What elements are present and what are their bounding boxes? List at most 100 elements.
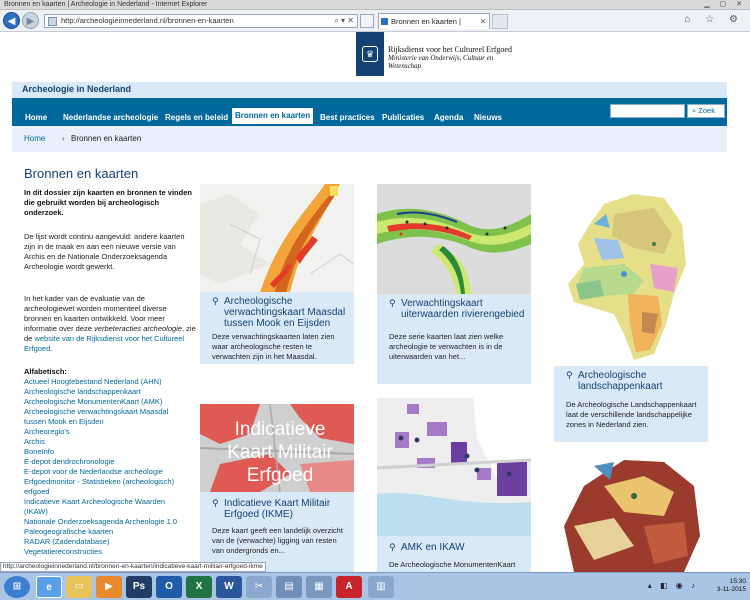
government-logo[interactable]: ♛: [356, 32, 384, 76]
paleo-map-image: [554, 456, 708, 572]
nav-item-bronnen-en-kaarten[interactable]: Bronnen en kaarten: [232, 108, 314, 124]
card-maasdal[interactable]: ⚲ Archeologische verwachtingskaart Maasd…: [200, 184, 354, 364]
card-amk-ikaw[interactable]: ⚲ AMK en IKAW De Archeologische Monument…: [377, 398, 531, 572]
nav-item-nederlandse-archeologie[interactable]: Nederlandse archeologie: [60, 110, 161, 126]
alphabetical-list: Actueel Hoogtebestand Nederland (AHN) Ar…: [24, 377, 202, 557]
list-item[interactable]: BoneInfo: [24, 447, 202, 457]
location-pin-icon: ⚲: [389, 542, 396, 552]
search-button[interactable]: ⌕ Zoek: [687, 104, 725, 118]
media-player-taskbar-icon[interactable]: ▶: [96, 576, 122, 598]
amk-map-image: [377, 398, 531, 536]
site-header: ♛ Rijksdienst voor het Cultureel Erfgoed…: [12, 32, 727, 82]
app-taskbar-icon[interactable]: ▦: [306, 576, 332, 598]
alphabetical-heading: Alfabetisch:: [24, 367, 67, 376]
card-ikme[interactable]: Indicatieve Kaart Militair Erfgoed ⚲ Ind…: [200, 404, 354, 572]
list-item[interactable]: Archeologische MonumentenKaart (AMK): [24, 397, 202, 407]
org-line-3: Wetenschap: [388, 62, 422, 70]
nav-item-nieuws[interactable]: Nieuws: [471, 110, 505, 126]
card-map-partial[interactable]: [554, 456, 708, 572]
list-item[interactable]: RADAR (Zadendatabase): [24, 537, 202, 547]
window-controls[interactable]: ▁ ▢ ✕: [704, 1, 746, 9]
app-taskbar-icon[interactable]: ▥: [368, 576, 394, 598]
search-input[interactable]: [610, 104, 685, 118]
site-name[interactable]: Archeologie in Nederland: [22, 84, 131, 94]
card-landschappenkaart[interactable]: ⚲ Archeologische landschappenkaart De Ar…: [554, 184, 708, 442]
address-bar[interactable]: http://archeologieinnederland.nl/bronnen…: [44, 14, 358, 28]
list-item[interactable]: Archeologische landschappenkaart: [24, 387, 202, 397]
card-title[interactable]: Indicatieve Kaart Militair Erfgoed (IKME…: [224, 498, 348, 520]
maasdal-map-image: [200, 184, 354, 292]
card-caption: ⚲ Archeologische verwachtingskaart Maasd…: [200, 292, 354, 364]
list-item[interactable]: tussen Mook en Eijsden: [24, 417, 202, 427]
uiterwaarden-map-image: [377, 184, 531, 294]
crown-icon: ♛: [362, 46, 378, 62]
clock-date: 3-11-2015: [716, 586, 746, 593]
card-title[interactable]: Archeologische verwachtingskaart Maasdal…: [224, 296, 348, 329]
app-taskbar-icon[interactable]: ▤: [276, 576, 302, 598]
paragraph-2: In het kader van de evaluatie van de arc…: [24, 294, 196, 354]
list-item[interactable]: Erfgoedmonitor - Statistieken (archeolog…: [24, 477, 202, 487]
list-item[interactable]: Nationale Onderzoeksagenda Archeologie 1…: [24, 517, 202, 527]
list-item[interactable]: Archis: [24, 437, 202, 447]
address-controls-icon[interactable]: ⌕ ▾ ✕: [334, 15, 354, 27]
nav-item-agenda[interactable]: Agenda: [431, 110, 466, 126]
browser-tab[interactable]: Bronnen en kaarten | Archeo... ✕: [378, 13, 490, 41]
nav-item-best-practices[interactable]: Best practices: [317, 110, 378, 126]
main-content: Bronnen en kaarten In dit dossier zijn k…: [12, 152, 727, 572]
card-caption: ⚲ Archeologische landschappenkaart De Ar…: [554, 366, 708, 442]
page-title: Bronnen en kaarten: [24, 166, 139, 181]
explorer-taskbar-icon[interactable]: ▭: [66, 576, 92, 598]
card-description: De Archeologische MonumentenKaart: [389, 560, 516, 569]
list-item[interactable]: Actueel Hoogtebestand Nederland (AHN): [24, 377, 202, 387]
list-item[interactable]: (IKAW): [24, 507, 202, 517]
breadcrumb: Home › Bronnen en kaarten: [12, 126, 727, 152]
excel-taskbar-icon[interactable]: X: [186, 576, 212, 598]
list-item[interactable]: E-depot voor de Nederlandse archeologie: [24, 467, 202, 477]
browser-navbar: ◀ ▶ http://archeologieinnederland.nl/bro…: [0, 10, 750, 41]
word-taskbar-icon[interactable]: W: [216, 576, 242, 598]
photoshop-taskbar-icon[interactable]: Ps: [126, 576, 152, 598]
card-uiterwaarden[interactable]: ⚲ Verwachtingskaart uiterwaarden riviere…: [377, 184, 531, 384]
start-button[interactable]: ⊞: [4, 576, 30, 598]
intro-text: In dit dossier zijn kaarten en bronnen t…: [24, 188, 192, 217]
card-description: De Archeologische Landschappenkaart laat…: [566, 400, 697, 429]
org-line-2: Ministerie van Onderwijs, Cultuur en: [388, 54, 494, 62]
list-item[interactable]: Archeoregio's: [24, 427, 202, 437]
back-button[interactable]: ◀: [3, 12, 20, 29]
system-tray-icons[interactable]: ▴ ◧ ◉ ♪: [648, 581, 698, 590]
landschappen-map-image: [554, 184, 708, 366]
taskbar-clock[interactable]: 15:30 3-11-2015: [717, 578, 746, 594]
card-description: Deze serie kaarten laat zien welke arche…: [389, 332, 504, 361]
list-item[interactable]: E-depot dendrochronologie: [24, 457, 202, 467]
location-pin-icon: ⚲: [566, 370, 573, 380]
close-tab-icon[interactable]: ✕: [480, 14, 486, 29]
nav-item-home[interactable]: Home: [22, 110, 50, 126]
main-navigation: Home Nederlandse archeologie Regels en b…: [12, 98, 727, 126]
list-item[interactable]: Indicatieve Kaart Archeologische Waarden: [24, 497, 202, 507]
rce-website-link[interactable]: website van de Rijksdienst voor het Cult…: [24, 334, 184, 353]
list-item[interactable]: Vegetatiereconstructies: [24, 547, 202, 557]
tab-favicon-icon: [381, 18, 388, 25]
card-title[interactable]: Verwachtingskaart uiterwaarden riviereng…: [401, 298, 525, 320]
browser-tools-icons[interactable]: ⌂ ☆ ⚙: [684, 14, 744, 25]
breadcrumb-home[interactable]: Home: [24, 134, 45, 143]
outlook-taskbar-icon[interactable]: O: [156, 576, 182, 598]
new-tab-button[interactable]: [492, 14, 508, 29]
nav-item-publicaties[interactable]: Publicaties: [379, 110, 427, 126]
nav-item-regels-en-beleid[interactable]: Regels en beleid: [162, 110, 231, 126]
acrobat-taskbar-icon[interactable]: A: [336, 576, 362, 598]
paragraph-1: De lijst wordt continu aangevuld: andere…: [24, 232, 185, 271]
forward-button[interactable]: ▶: [22, 12, 39, 29]
list-item[interactable]: Archeologische verwachtingskaart Maasdal: [24, 407, 202, 417]
card-title[interactable]: Archeologische landschappenkaart: [578, 370, 702, 392]
location-pin-icon: ⚲: [212, 498, 219, 508]
ie-taskbar-icon[interactable]: e: [36, 576, 62, 598]
list-item[interactable]: Paleogeografische kaarten: [24, 527, 202, 537]
compat-view-icon[interactable]: [360, 14, 374, 28]
org-line-1: Rijksdienst voor het Cultureel Erfgoed: [388, 45, 512, 54]
card-title[interactable]: AMK en IKAW: [401, 542, 525, 553]
card-caption: ⚲ Indicatieve Kaart Militair Erfgoed (IK…: [200, 492, 354, 572]
list-item[interactable]: erfgoed: [24, 487, 202, 497]
card-description: Deze kaart geeft een landelijk overzicht…: [212, 526, 343, 555]
snipping-tool-taskbar-icon[interactable]: ✂: [246, 576, 272, 598]
